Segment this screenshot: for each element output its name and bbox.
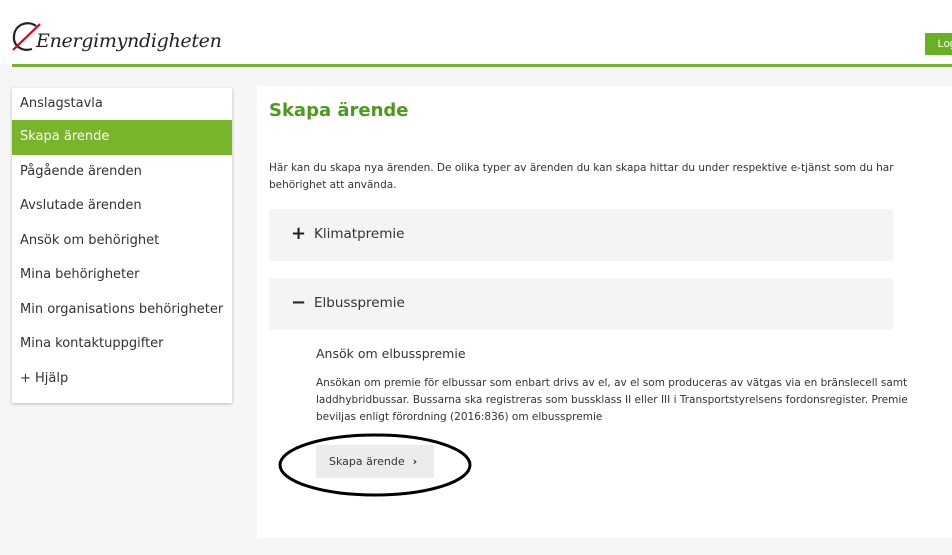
intro-text: Här kan du skapa nya ärenden. De olika t…	[269, 162, 894, 191]
sidebar-item-min-organisations-behorigheter[interactable]: Min organisations behörigheter	[12, 293, 232, 328]
service-description: Ansökan om premie för elbussar som enbar…	[316, 377, 908, 423]
sidebar-nav: Anslagstavla Skapa ärende Pågående ärend…	[12, 88, 232, 403]
panel-label: Elbusspremie	[314, 295, 405, 311]
sidebar-item-avslutade-arenden[interactable]: Avslutade ärenden	[12, 189, 232, 224]
header-divider	[12, 64, 952, 67]
top-header: Energimyndigheten Logga ut	[0, 0, 952, 64]
sidebar-item-pagaende-arenden[interactable]: Pågående ärenden	[12, 155, 232, 190]
panel-label: Klimatpremie	[314, 226, 405, 242]
panel-klimatpremie[interactable]: + Klimatpremie	[269, 209, 893, 261]
minus-icon: −	[291, 292, 307, 313]
highlight-oval	[278, 433, 472, 497]
sidebar-item-mina-behorigheter[interactable]: Mina behörigheter	[12, 258, 232, 293]
page-title: Skapa ärende	[269, 100, 409, 121]
logo-text: Energimyndigheten	[36, 30, 222, 52]
plus-icon: +	[291, 223, 307, 244]
sidebar-item-ansok-om-behorighet[interactable]: Ansök om behörighet	[12, 224, 232, 259]
sidebar-item-mina-kontaktuppgifter[interactable]: Mina kontaktuppgifter	[12, 327, 232, 362]
sidebar-item-hjalp[interactable]: + Hjälp	[12, 362, 232, 397]
panel-elbusspremie[interactable]: − Elbusspremie	[269, 278, 893, 330]
sidebar-item-skapa-arende[interactable]: Skapa ärende	[12, 120, 232, 155]
service-heading: Ansök om elbusspremie	[316, 346, 466, 361]
logout-button[interactable]: Logga ut	[925, 33, 952, 55]
sidebar-item-anslagstavla[interactable]: Anslagstavla	[12, 88, 232, 120]
